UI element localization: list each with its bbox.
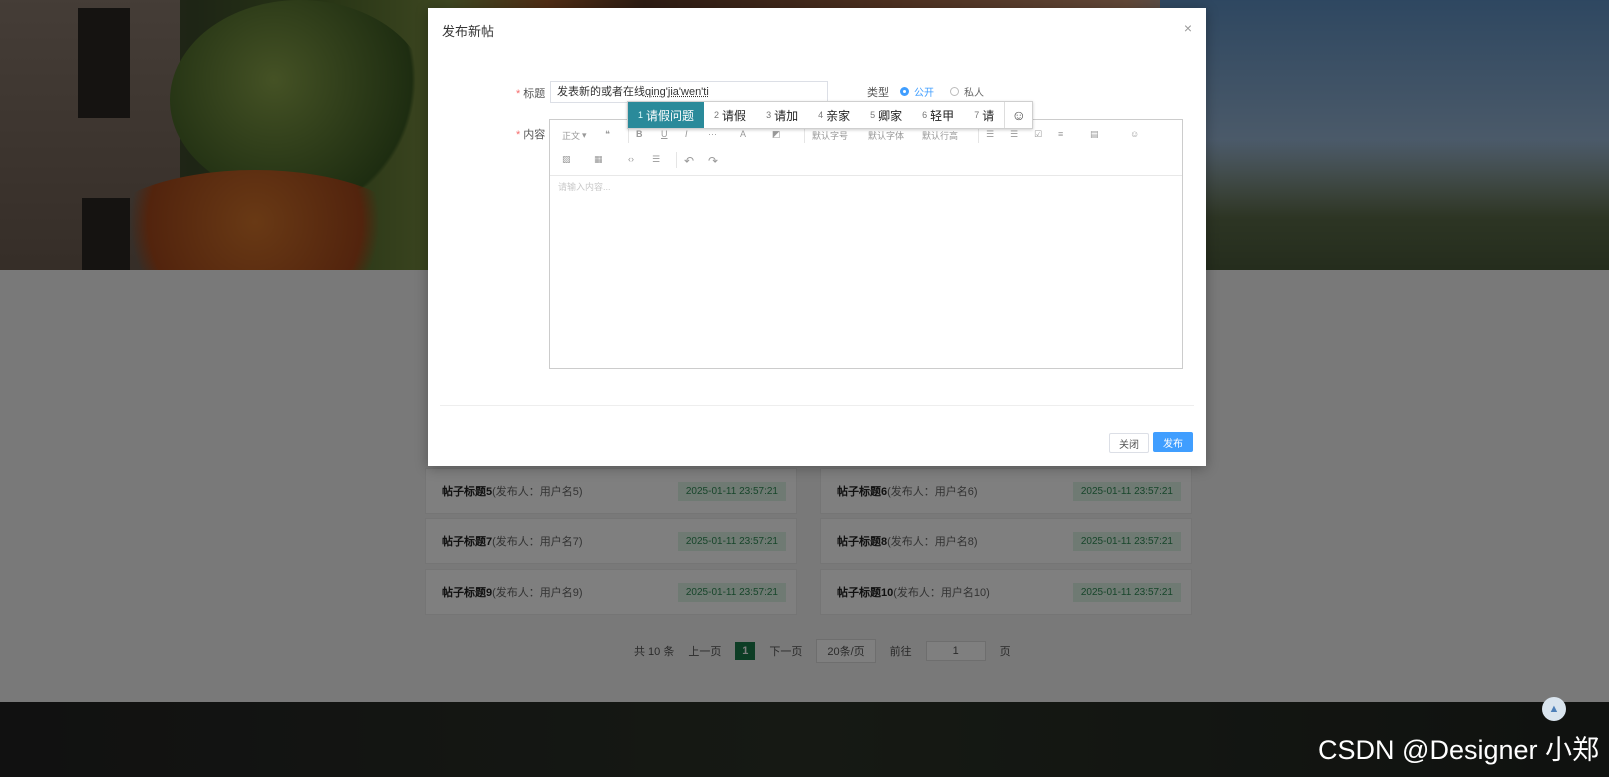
italic-icon[interactable]: I [685, 129, 688, 139]
ime-candidate[interactable]: 3 请加 [756, 102, 808, 128]
align-icon[interactable]: ≡ [1058, 129, 1063, 139]
underline-icon[interactable]: U [661, 129, 668, 139]
quote-icon[interactable]: ❝ [605, 129, 610, 140]
image-icon[interactable]: ▨ [562, 154, 571, 165]
divider-icon[interactable]: ☰ [652, 154, 660, 165]
font-size-dropdown[interactable]: 默认字号 [803, 127, 848, 143]
numbered-list-icon[interactable]: ☰ [1010, 129, 1018, 140]
editor-placeholder: 请输入内容... [558, 182, 611, 192]
radio-icon [950, 87, 959, 96]
rich-text-editor[interactable]: 正文 ▾ ❝ B U I ··· A ◩ 默认字号 默认字体 默认行高 ☰ ☰ ☑… [549, 119, 1183, 369]
emoji-icon[interactable]: ☺ [1130, 129, 1139, 139]
type-radio-public[interactable]: 公开 [900, 84, 934, 99]
bold-icon[interactable]: B [628, 127, 643, 143]
paragraph-style-dropdown[interactable]: 正文 ▾ [562, 129, 587, 142]
close-icon[interactable]: × [1184, 20, 1192, 36]
undo-icon[interactable]: ↶ [675, 152, 694, 168]
table-icon[interactable]: ▦ [594, 154, 603, 165]
watermark: CSDN @Designer 小郑 [1318, 735, 1599, 765]
redo-icon[interactable]: ↷ [708, 154, 718, 168]
ime-candidate-bar: 1 请假问题 2 请假 3 请加 4 亲家 5 卿家 6 轻甲 7请 ☺ [627, 101, 1034, 129]
ime-candidate[interactable]: 6 轻甲 [912, 102, 964, 128]
title-input[interactable]: 发表新的或者在线qing'jia'wen'ti [550, 81, 828, 103]
type-label: 类型 [867, 87, 889, 99]
dialog-title: 发布新帖 [442, 24, 495, 39]
line-height-dropdown[interactable]: 默认行高 [922, 129, 958, 142]
content-label: * 内容 [516, 129, 546, 141]
new-post-dialog: 发布新帖 × * 标题 发表新的或者在线qing'jia'wen'ti 类型 公开… [428, 8, 1206, 466]
background-color-icon[interactable]: ◩ [772, 129, 781, 140]
code-icon[interactable]: ‹› [628, 154, 634, 164]
ime-candidate[interactable]: 1 请假问题 [628, 102, 705, 128]
more-icon[interactable]: ··· [708, 129, 717, 139]
font-family-dropdown[interactable]: 默认字体 [868, 129, 904, 142]
close-button[interactable]: 关闭 [1109, 433, 1149, 453]
back-to-top-icon[interactable]: ▲ [1542, 697, 1566, 721]
ime-candidate[interactable]: 7请 [964, 102, 1004, 128]
bullet-list-icon[interactable]: ☰ [977, 127, 994, 143]
ime-emoji-icon[interactable]: ☺ [1004, 102, 1032, 128]
todo-icon[interactable]: ☑ [1034, 129, 1042, 140]
radio-icon [900, 87, 909, 96]
title-label: * 标题 [516, 88, 546, 100]
ime-candidate[interactable]: 4 亲家 [808, 102, 860, 128]
indent-icon[interactable]: ▤ [1090, 129, 1099, 140]
font-color-icon[interactable]: A [740, 129, 746, 139]
ime-candidate[interactable]: 2 请假 [704, 102, 756, 128]
ime-candidate[interactable]: 5 卿家 [860, 102, 912, 128]
type-radio-private[interactable]: 私人 [950, 84, 984, 99]
publish-button[interactable]: 发布 [1153, 432, 1193, 452]
